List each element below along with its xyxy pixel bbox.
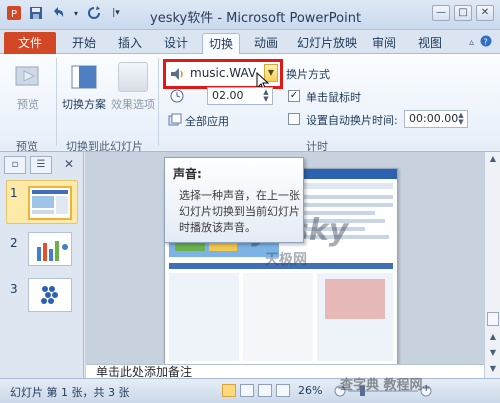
slide-number-2: 2: [10, 236, 18, 250]
sound-tooltip: 声音: 选择一种声音，在上一张幻灯片切换到当前幻灯片时播放该声音。: [164, 157, 304, 243]
window-title: yesky软件 - Microsoft PowerPoint: [150, 11, 362, 26]
duration-spinner[interactable]: ▲ ▼: [261, 89, 271, 103]
slideshow-view-icon[interactable]: [276, 384, 290, 397]
tooltip-body: 选择一种声音，在上一张幻灯片切换到当前幻灯片时播放该声音。: [179, 189, 300, 234]
redo-icon[interactable]: [86, 5, 102, 21]
auto-after-checkbox[interactable]: [288, 113, 300, 125]
status-bar: 幻灯片 第 1 张，共 3 张 26% − +: [0, 378, 500, 403]
ribbon-divider: [158, 58, 159, 146]
effect-options-button[interactable]: 效果选项: [108, 62, 158, 112]
auto-after-time-input[interactable]: 00:00.00 ▲ ▼: [404, 110, 468, 128]
svg-text:P: P: [11, 9, 17, 20]
close-panel-icon[interactable]: ✕: [58, 156, 80, 174]
tab-home[interactable]: 开始: [66, 33, 102, 54]
vertical-scrollbar[interactable]: ▲ ▲ ▼ ▼: [484, 152, 500, 378]
quick-access-toolbar: P ▾ |▾: [6, 5, 124, 21]
slide-count-status: 幻灯片 第 1 张，共 3 张: [10, 386, 130, 399]
slide-sorter-icon[interactable]: [240, 384, 254, 397]
preview-button[interactable]: 预览: [8, 62, 48, 112]
ribbon-divider: [56, 58, 57, 146]
scroll-thumb[interactable]: [487, 312, 499, 326]
time-spinner[interactable]: ▲ ▼: [456, 112, 466, 126]
duration-input[interactable]: 02.00 ▲ ▼: [207, 87, 273, 105]
minimize-button[interactable]: —: [432, 5, 450, 21]
close-button[interactable]: ✕: [476, 5, 494, 21]
slide-number-3: 3: [10, 282, 18, 296]
minimize-ribbon-icon[interactable]: ▵: [469, 37, 474, 48]
normal-view-icon[interactable]: [222, 384, 236, 397]
powerpoint-icon[interactable]: P: [6, 5, 22, 21]
sound-value: music.WAV: [190, 66, 257, 80]
slide-logo-subtext: 天极网: [265, 252, 307, 268]
effect-options-icon: [118, 62, 148, 92]
on-click-checkbox[interactable]: ✓: [288, 90, 300, 102]
maximize-button[interactable]: □: [454, 5, 472, 21]
zoom-level[interactable]: 26%: [298, 384, 322, 397]
ribbon-tabs: 文件 开始 插入 设计 切换 动画 幻灯片放映 审阅 视图 ▵ ?: [0, 30, 500, 54]
tab-animations[interactable]: 动画: [248, 33, 284, 54]
tab-review[interactable]: 审阅: [366, 33, 402, 54]
apply-all-button[interactable]: 全部应用: [185, 113, 229, 129]
tab-insert[interactable]: 插入: [112, 33, 148, 54]
svg-text:?: ?: [484, 38, 488, 47]
slide-thumbnail-2[interactable]: [28, 232, 72, 266]
slide-thumbnail-1[interactable]: [28, 186, 72, 220]
tooltip-title: 声音:: [173, 167, 202, 181]
undo-icon[interactable]: [50, 5, 66, 21]
window-controls: — □ ✕: [432, 5, 494, 21]
scroll-up-icon[interactable]: ▲: [485, 152, 500, 166]
tab-design[interactable]: 设计: [158, 33, 194, 54]
preview-icon: [13, 62, 43, 92]
tab-view[interactable]: 视图: [412, 33, 448, 54]
apply-all-icon: [168, 113, 182, 130]
slides-tab[interactable]: ▫: [4, 156, 26, 174]
slide-number-1: 1: [10, 186, 18, 200]
slide-thumbnail-3[interactable]: [28, 278, 72, 312]
tab-file[interactable]: 文件: [4, 32, 56, 54]
watermark-text: 查字典 教程网: [340, 378, 423, 393]
undo-dropdown-icon[interactable]: ▾: [72, 5, 80, 21]
auto-after-label: 设置自动换片时间:: [306, 114, 398, 127]
scroll-up-page-icon[interactable]: ▲: [485, 330, 500, 344]
help-icon[interactable]: ?: [480, 35, 492, 50]
scroll-down-page-icon[interactable]: ▼: [485, 346, 500, 360]
outline-tab[interactable]: ☰: [30, 156, 52, 174]
notes-area[interactable]: 单击此处添加备注: [86, 364, 484, 378]
on-click-label: 单击鼠标时: [306, 91, 361, 104]
tab-transitions[interactable]: 切换: [202, 33, 240, 54]
view-buttons: [222, 384, 290, 397]
scroll-down-icon[interactable]: ▼: [485, 362, 500, 376]
switch-mode-label: 换片方式: [286, 68, 330, 81]
title-bar: P ▾ |▾ yesky软件 - Microsoft PowerPoint — …: [0, 0, 500, 30]
transition-scheme-button[interactable]: 切换方案: [58, 62, 110, 112]
zoom-in-button[interactable]: +: [422, 383, 430, 394]
transition-scheme-icon: [69, 62, 99, 92]
sound-icon: [170, 67, 184, 81]
reading-view-icon[interactable]: [258, 384, 272, 397]
save-icon[interactable]: [28, 5, 44, 21]
duration-icon: [170, 89, 184, 106]
customize-icon[interactable]: |▾: [108, 5, 124, 21]
tab-slideshow[interactable]: 幻灯片放映: [294, 33, 360, 54]
